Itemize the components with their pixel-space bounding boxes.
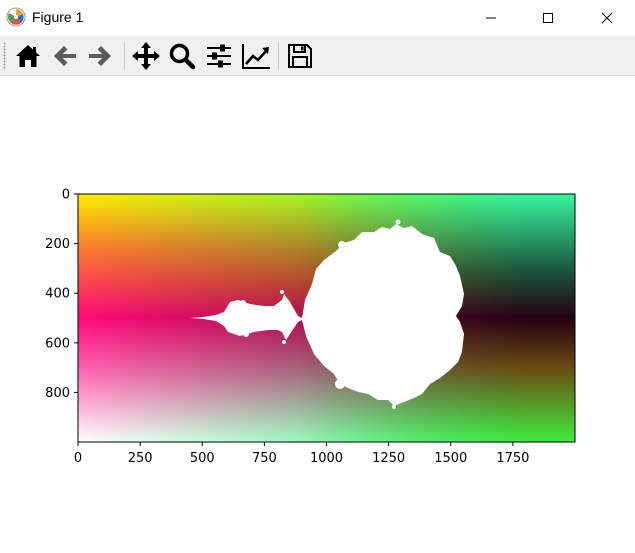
close-button[interactable] <box>584 0 630 36</box>
magnifier-icon <box>169 43 196 70</box>
minimize-icon <box>486 17 496 19</box>
title-bar: Figure 1 <box>0 0 635 36</box>
arrow-right-icon <box>89 46 111 66</box>
x-axis: 0 250 500 750 1000 1250 1500 1750 <box>74 442 529 466</box>
figure-canvas[interactable]: 0 200 400 600 800 0 250 500 750 1000 1250 1500 1750 <box>0 77 635 553</box>
toolbar-grip[interactable] <box>3 42 6 70</box>
x-tick-label: 1000 <box>310 451 343 466</box>
configure-subplots-button[interactable] <box>203 40 235 72</box>
home-icon <box>16 45 40 67</box>
save-button[interactable] <box>284 40 316 72</box>
y-tick-label: 0 <box>62 188 70 203</box>
x-tick-label: 1750 <box>496 451 529 466</box>
matplotlib-logo-icon <box>6 7 26 27</box>
toolbar-separator <box>124 42 125 70</box>
y-tick-label: 600 <box>45 336 70 351</box>
navigation-toolbar <box>0 36 635 76</box>
figure-window: Figure 1 0 200 400 600 800 0 250 500 750… <box>0 0 635 553</box>
line-chart-icon <box>242 44 270 69</box>
edit-axes-button[interactable] <box>240 40 272 72</box>
move-icon <box>132 42 160 70</box>
x-tick-label: 1250 <box>372 451 405 466</box>
forward-button[interactable] <box>84 40 116 72</box>
y-tick-label: 400 <box>45 287 70 302</box>
sliders-icon <box>207 44 231 68</box>
axes-figure: 0 200 400 600 800 0 250 500 750 1000 1250 1500 1750 <box>45 188 576 466</box>
maximize-icon <box>543 13 553 23</box>
x-tick-label: 750 <box>252 451 277 466</box>
back-button[interactable] <box>49 40 81 72</box>
toolbar-separator <box>278 42 279 70</box>
maximize-button[interactable] <box>525 0 571 36</box>
x-tick-label: 500 <box>190 451 215 466</box>
window-title: Figure 1 <box>32 9 84 25</box>
y-tick-label: 200 <box>45 237 70 252</box>
x-tick-label: 0 <box>74 451 82 466</box>
floppy-disk-icon <box>288 44 312 68</box>
x-tick-label: 250 <box>128 451 153 466</box>
home-button[interactable] <box>12 40 44 72</box>
x-tick-label: 1500 <box>434 451 467 466</box>
close-icon <box>601 12 613 24</box>
minimize-button[interactable] <box>468 0 514 36</box>
mandelbrot-image <box>77 193 576 443</box>
y-tick-label: 800 <box>45 386 70 401</box>
arrow-left-icon <box>54 46 76 66</box>
y-axis: 0 200 400 600 800 <box>45 188 78 401</box>
zoom-button[interactable] <box>166 40 198 72</box>
pan-button[interactable] <box>130 40 162 72</box>
